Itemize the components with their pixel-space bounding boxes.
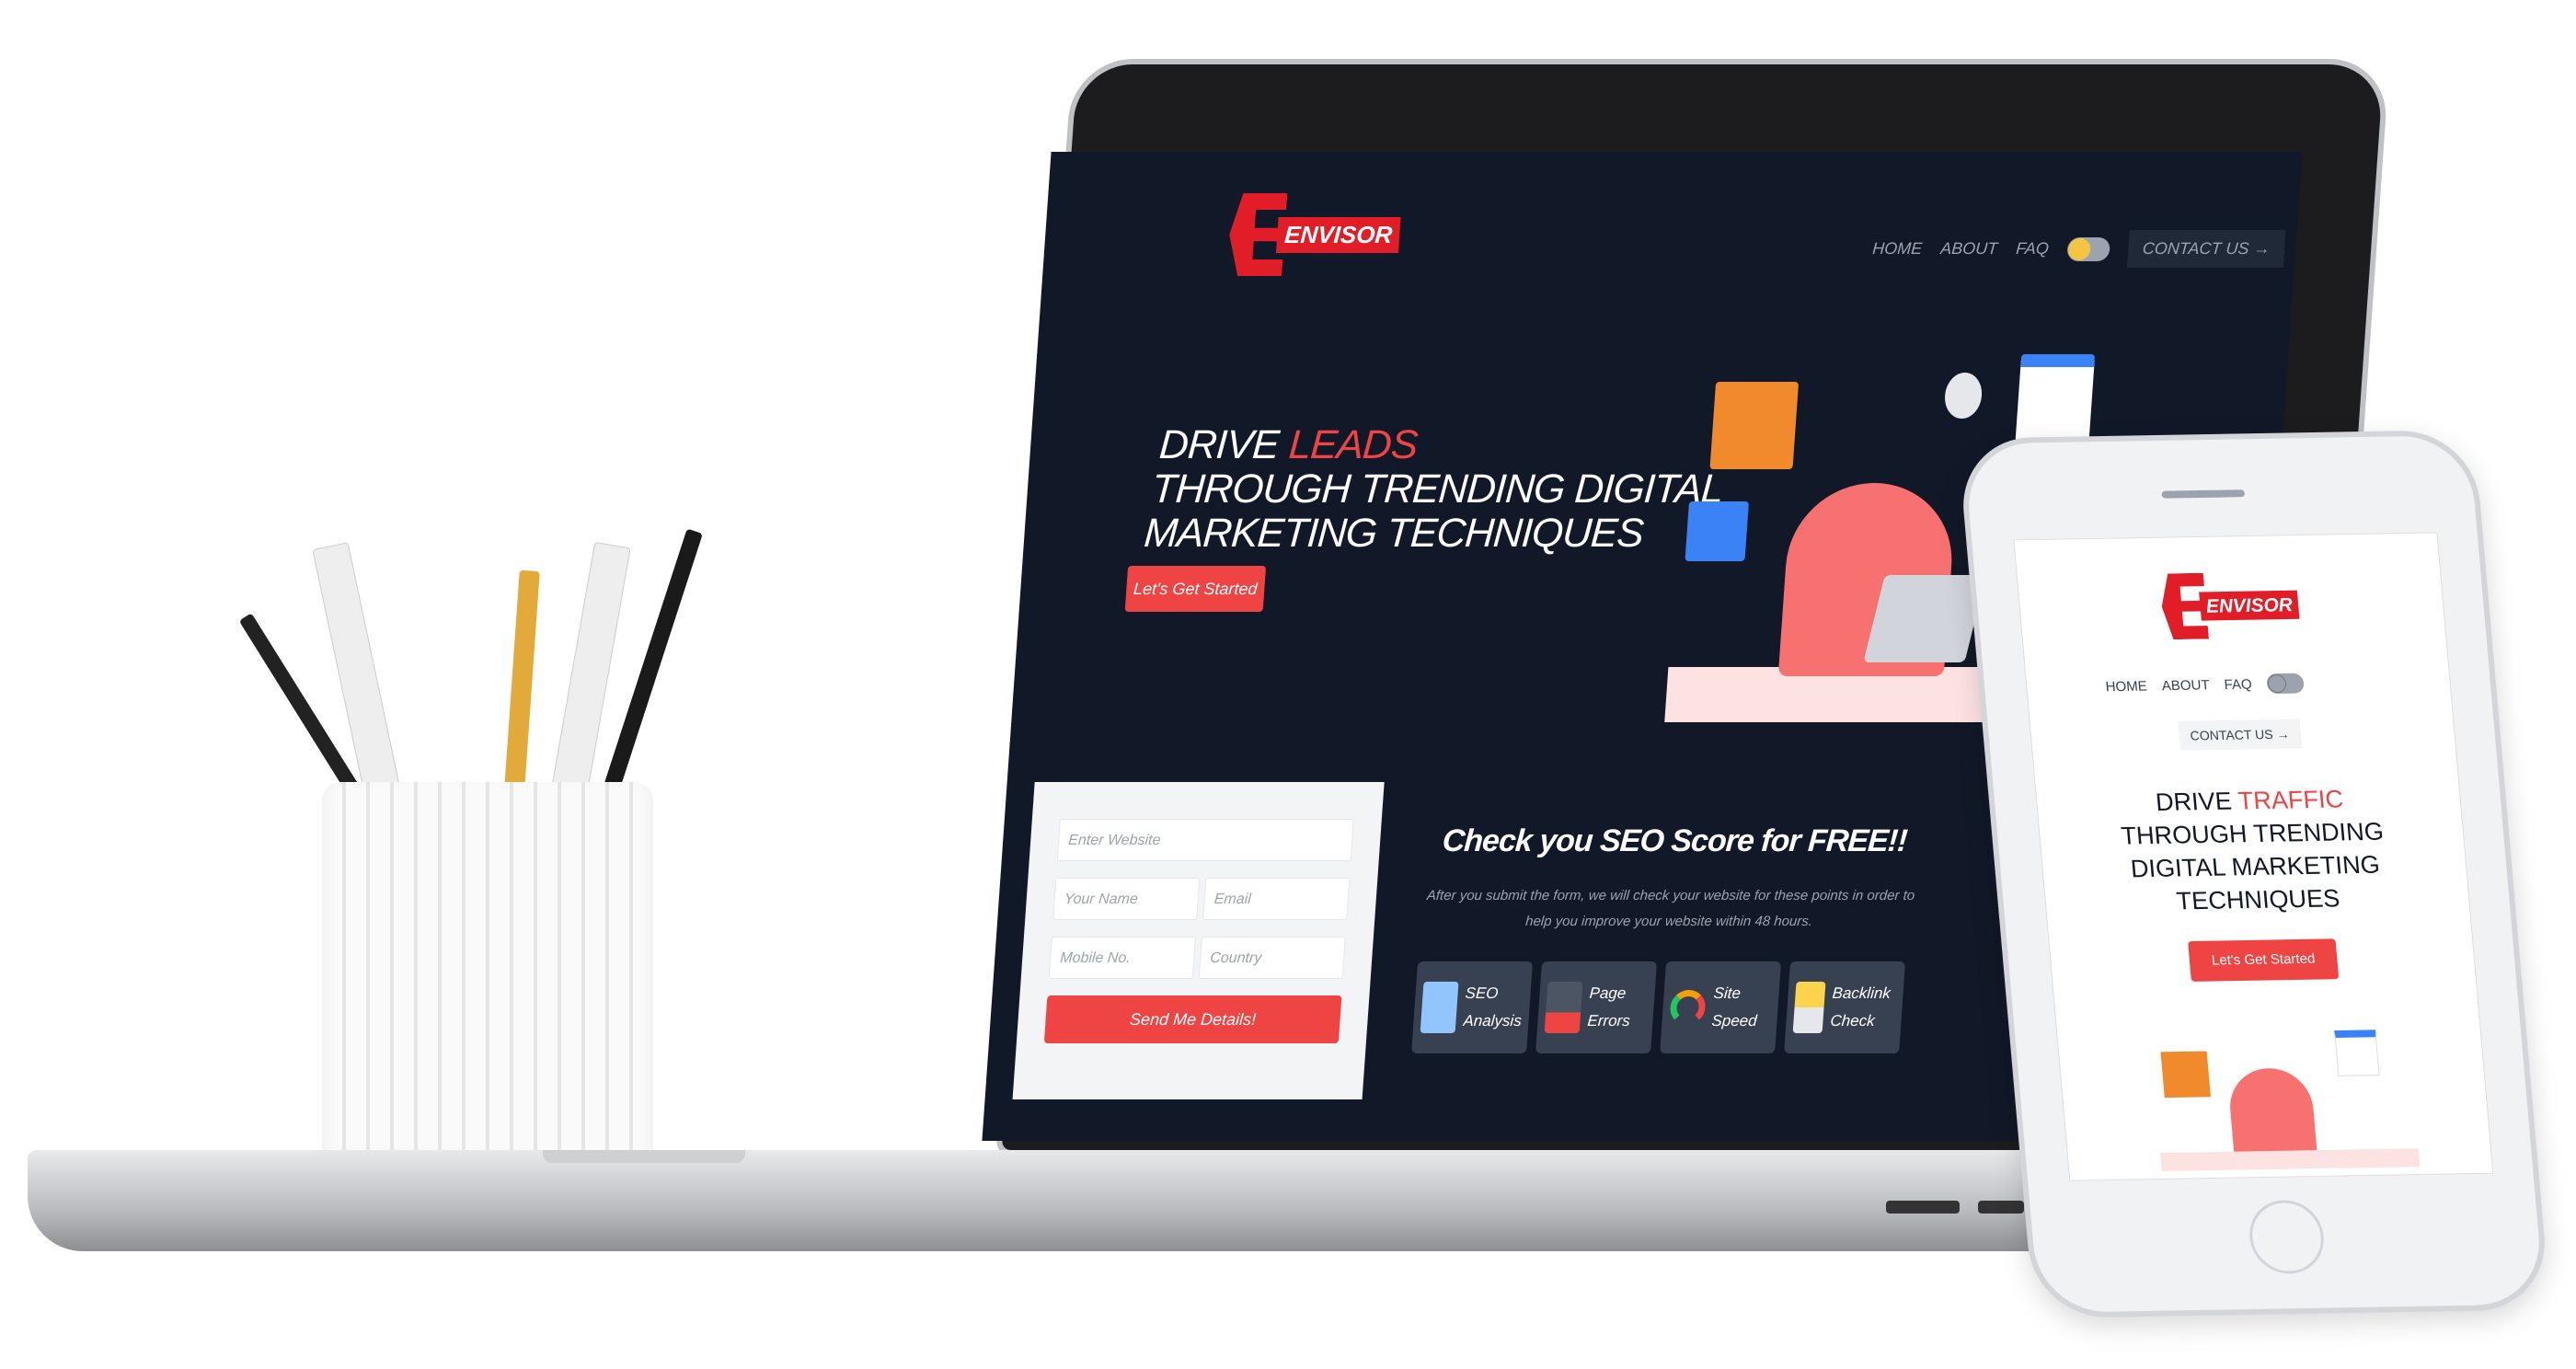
contact-button[interactable]: CONTACT US → — [2126, 230, 2287, 268]
laptop-illustration — [1863, 575, 1986, 662]
name-input[interactable]: Your Name — [1052, 878, 1201, 920]
sun-icon — [2067, 237, 2091, 260]
feature-page-errors: Page Errors — [1535, 961, 1658, 1053]
laptop-hinge-notch — [543, 1150, 745, 1163]
hero-line1: DRIVE — [1157, 422, 1291, 467]
seo-analysis-icon — [1420, 982, 1459, 1033]
ruler — [312, 542, 406, 820]
mail-icon — [1943, 373, 1984, 419]
feature-label: Errors — [1586, 1012, 1631, 1030]
mobile-input[interactable]: Mobile No. — [1048, 937, 1196, 979]
phone-hero-heading: DRIVE TRAFFIC THROUGH TRENDING DIGITAL M… — [2036, 780, 2472, 919]
site-logo[interactable]: ENVISOR — [1226, 193, 1402, 276]
seo-features: SEO Analysis Page Errors Site Speed Backlin… — [1411, 961, 1906, 1053]
phone-hero-illustration — [2150, 1030, 2421, 1172]
seo-description: After you submit the form, we will check… — [1426, 888, 1915, 929]
logo-text: ENVISOR — [2199, 590, 2300, 621]
country-input[interactable]: Country — [1198, 937, 1346, 979]
theme-toggle[interactable] — [2265, 673, 2305, 695]
usb-port — [1978, 1201, 2024, 1214]
website-input[interactable]: Enter Website — [1056, 819, 1354, 861]
nav-faq[interactable]: FAQ — [2015, 239, 2050, 259]
page-errors-icon — [1544, 982, 1583, 1033]
theme-toggle[interactable] — [2065, 236, 2110, 261]
nav-about[interactable]: ABOUT — [1939, 239, 1998, 259]
phone-screen: ENVISOR HOME ABOUT FAQ CONTACT US → DRIV… — [2013, 532, 2494, 1181]
phone-contact-button[interactable]: CONTACT US → — [2178, 719, 2302, 751]
checklist-card — [1709, 382, 1800, 469]
phone: ENVISOR HOME ABOUT FAQ CONTACT US → DRIV… — [1957, 429, 2551, 1319]
hero-highlight: LEADS — [1287, 422, 1420, 467]
phone-speaker — [2161, 489, 2246, 499]
phone-logo[interactable]: ENVISOR — [2159, 571, 2302, 639]
feature-site-speed: Site Speed — [1660, 961, 1782, 1053]
speedometer-icon — [1669, 990, 1707, 1025]
send-details-button[interactable]: Send Me Details! — [1043, 995, 1342, 1043]
desk — [2160, 1148, 2421, 1172]
logo-text: ENVISOR — [1275, 216, 1401, 253]
feature-label: Page — [1588, 984, 1627, 1002]
calendar-icon — [2334, 1030, 2380, 1076]
usb-port — [1886, 1201, 1960, 1214]
hero-line4: TECHNIQUES — [2175, 884, 2341, 915]
feature-label: SEO — [1464, 984, 1500, 1002]
seo-form: Enter Website Your Name Email Mobile No.… — [1012, 782, 1385, 1099]
calendar-icon — [2015, 354, 2096, 442]
chart-card — [1685, 501, 1750, 561]
phone-get-started-button[interactable]: Let's Get Started — [2188, 938, 2340, 982]
logo-e-mark — [2159, 573, 2209, 640]
laptop-base — [28, 1150, 2144, 1251]
moon-icon — [2266, 673, 2287, 694]
checklist-card — [2160, 1051, 2211, 1099]
nav-about[interactable]: ABOUT — [2161, 677, 2210, 694]
top-nav: HOME ABOUT FAQ CONTACT US → — [1871, 230, 2287, 268]
home-button[interactable] — [2246, 1199, 2328, 1275]
pencil-cup — [322, 782, 653, 1196]
nav-faq[interactable]: FAQ — [2224, 676, 2253, 692]
feature-label: Analysis — [1462, 1012, 1523, 1030]
get-started-button[interactable]: Let's Get Started — [1124, 566, 1267, 612]
logo-e-mark — [1226, 193, 1287, 276]
hero-heading: DRIVE LEADS THROUGH TRENDING DIGITAL MAR… — [1142, 422, 1728, 556]
seo-title: Check you SEO Score for FREE!! — [1441, 823, 1908, 858]
feature-label: Check — [1829, 1012, 1876, 1030]
backlink-icon — [1792, 982, 1826, 1033]
feature-label: Speed — [1710, 1012, 1758, 1030]
feature-label: Backlink — [1831, 984, 1892, 1002]
phone-nav: HOME ABOUT FAQ — [2105, 673, 2305, 697]
email-input[interactable]: Email — [1202, 878, 1351, 920]
feature-label: Site — [1712, 984, 1742, 1002]
hero-highlight: TRAFFIC — [2237, 785, 2345, 815]
feature-backlink-check: Backlink Check — [1784, 961, 1906, 1053]
hero-line3: MARKETING TECHNIQUES — [1142, 511, 1645, 556]
feature-seo-analysis: SEO Analysis — [1411, 961, 1534, 1053]
person — [2226, 1067, 2318, 1161]
hero-line1: DRIVE — [2154, 787, 2240, 816]
hero-line2: THROUGH TRENDING DIGITAL — [1150, 466, 1725, 512]
nav-home[interactable]: HOME — [2105, 678, 2148, 695]
nav-home[interactable]: HOME — [1871, 239, 1923, 259]
